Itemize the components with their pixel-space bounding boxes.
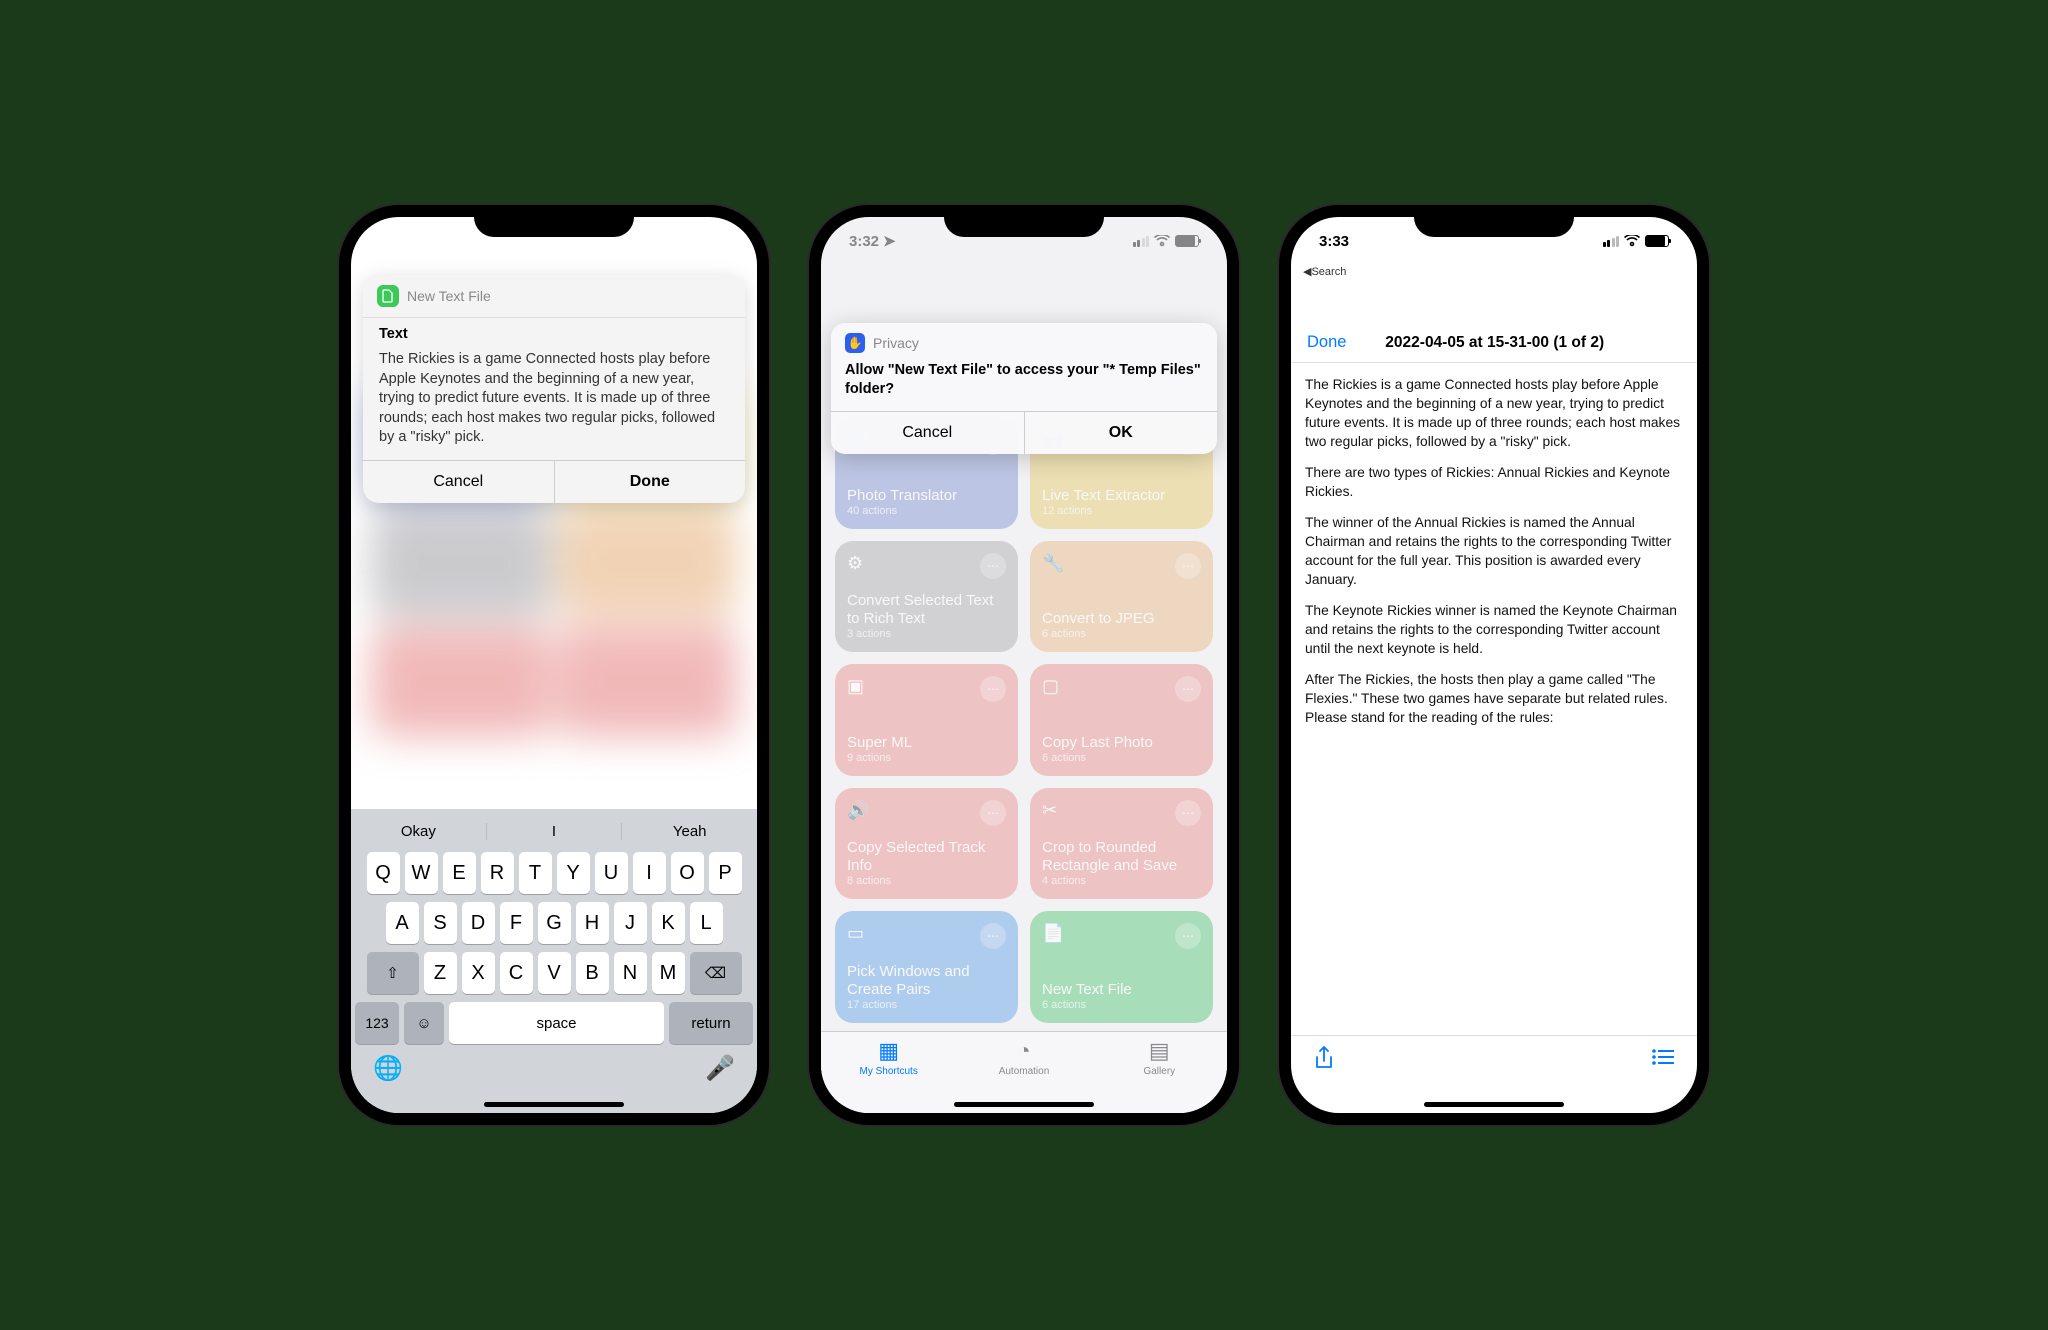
shift-key[interactable]: ⇧ [367, 952, 419, 994]
alert-cancel-button[interactable]: Cancel [831, 412, 1025, 454]
tab-gallery[interactable]: ▤ Gallery [1092, 1038, 1227, 1113]
alert-question: Allow "New Text File" to access your "* … [831, 357, 1217, 411]
paragraph: After The Rickies, the hosts then play a… [1305, 670, 1683, 727]
tab-label: Gallery [1143, 1066, 1175, 1077]
privacy-icon: ✋ [845, 333, 865, 353]
emoji-key[interactable]: ☺ [404, 1002, 444, 1044]
phone-3: 3:33 ◀ Search Done 2022-04-05 at 15-31-0… [1279, 205, 1709, 1125]
battery-icon [1645, 235, 1669, 247]
key-x[interactable]: X [462, 952, 495, 994]
alert-title: Privacy [873, 335, 919, 351]
screen-3: 3:33 ◀ Search Done 2022-04-05 at 15-31-0… [1291, 217, 1697, 1113]
tab-label: Automation [999, 1066, 1050, 1077]
notch [1414, 205, 1574, 237]
key-a[interactable]: A [386, 902, 419, 944]
home-indicator[interactable] [1424, 1102, 1564, 1107]
key-f[interactable]: F [500, 902, 533, 944]
notch [474, 205, 634, 237]
backspace-key[interactable]: ⌫ [690, 952, 742, 994]
key-j[interactable]: J [614, 902, 647, 944]
screen-1: New Text File Text The Rickies is a game… [351, 217, 757, 1113]
home-indicator[interactable] [484, 1102, 624, 1107]
tab-bar: ▦ My Shortcuts ◔ Automation ▤ Gallery [821, 1031, 1227, 1113]
key-c[interactable]: C [500, 952, 533, 994]
signal-icon [1603, 236, 1620, 247]
key-s[interactable]: S [424, 902, 457, 944]
suggestion[interactable]: Yeah [622, 823, 757, 840]
paragraph: The winner of the Annual Rickies is name… [1305, 513, 1683, 589]
home-indicator[interactable] [954, 1102, 1094, 1107]
paragraph: The Keynote Rickies winner is named the … [1305, 601, 1683, 658]
share-icon[interactable] [1313, 1046, 1335, 1113]
key-v[interactable]: V [538, 952, 571, 994]
wifi-icon [1624, 235, 1640, 247]
page-title: 2022-04-05 at 15-31-00 (1 of 2) [1308, 334, 1681, 352]
key-m[interactable]: M [652, 952, 685, 994]
key-y[interactable]: Y [557, 852, 590, 894]
text-input-dialog: New Text File Text The Rickies is a game… [363, 275, 745, 503]
status-time: 3:33 [1319, 233, 1349, 250]
key-k[interactable]: K [652, 902, 685, 944]
done-button[interactable]: Done [555, 461, 746, 503]
suggestion[interactable]: I [487, 823, 623, 840]
key-w[interactable]: W [405, 852, 438, 894]
key-t[interactable]: T [519, 852, 552, 894]
keyboard-row-3: ⇧ ZXCVBNM ⌫ [351, 948, 757, 998]
keyboard-row-2: ASDFGHJKL [351, 898, 757, 948]
key-i[interactable]: I [633, 852, 666, 894]
text-input[interactable]: The Rickies is a game Connected hosts pl… [363, 346, 745, 460]
dialog-app-name: New Text File [407, 288, 491, 304]
screen-2: 3:32 ➤ 🌐⋯Photo Translator40 actions📷⋯Liv… [821, 217, 1227, 1113]
document-body[interactable]: The Rickies is a game Connected hosts pl… [1291, 363, 1697, 752]
keyboard-row-1: QWERTYUIOP [351, 848, 757, 898]
key-n[interactable]: N [614, 952, 647, 994]
cancel-button[interactable]: Cancel [363, 461, 555, 503]
phone-2: 3:32 ➤ 🌐⋯Photo Translator40 actions📷⋯Liv… [809, 205, 1239, 1125]
key-l[interactable]: L [690, 902, 723, 944]
keyboard[interactable]: Okay I Yeah QWERTYUIOP ASDFGHJKL ⇧ ZXCVB… [351, 809, 757, 1113]
key-b[interactable]: B [576, 952, 609, 994]
key-z[interactable]: Z [424, 952, 457, 994]
key-e[interactable]: E [443, 852, 476, 894]
key-r[interactable]: R [481, 852, 514, 894]
key-o[interactable]: O [671, 852, 704, 894]
key-g[interactable]: G [538, 902, 571, 944]
key-q[interactable]: Q [367, 852, 400, 894]
privacy-alert: ✋ Privacy Allow "New Text File" to acces… [831, 323, 1217, 454]
list-icon[interactable] [1651, 1046, 1675, 1113]
automation-icon: ◔ [956, 1038, 1091, 1064]
globe-icon[interactable]: 🌐 [373, 1054, 403, 1083]
space-key[interactable]: space [449, 1002, 664, 1044]
key-p[interactable]: P [709, 852, 742, 894]
phone-1: New Text File Text The Rickies is a game… [339, 205, 769, 1125]
back-to-search[interactable]: ◀ Search [1303, 265, 1346, 278]
nav-bar: Done 2022-04-05 at 15-31-00 (1 of 2) [1291, 333, 1697, 363]
notch [944, 205, 1104, 237]
shortcuts-icon: ▦ [821, 1038, 956, 1064]
tab-label: My Shortcuts [859, 1066, 917, 1077]
keyboard-suggestions[interactable]: Okay I Yeah [351, 817, 757, 848]
key-d[interactable]: D [462, 902, 495, 944]
back-label: Search [1311, 266, 1346, 278]
tab-my-shortcuts[interactable]: ▦ My Shortcuts [821, 1038, 956, 1113]
field-label: Text [363, 318, 745, 346]
alert-ok-button[interactable]: OK [1025, 412, 1218, 454]
key-u[interactable]: U [595, 852, 628, 894]
numeric-key[interactable]: 123 [355, 1002, 399, 1044]
file-icon [377, 285, 399, 307]
gallery-icon: ▤ [1092, 1038, 1227, 1064]
paragraph: There are two types of Rickies: Annual R… [1305, 463, 1683, 501]
paragraph: The Rickies is a game Connected hosts pl… [1305, 375, 1683, 451]
mic-icon[interactable]: 🎤 [705, 1054, 735, 1083]
return-key[interactable]: return [669, 1002, 753, 1044]
key-h[interactable]: H [576, 902, 609, 944]
suggestion[interactable]: Okay [351, 823, 487, 840]
